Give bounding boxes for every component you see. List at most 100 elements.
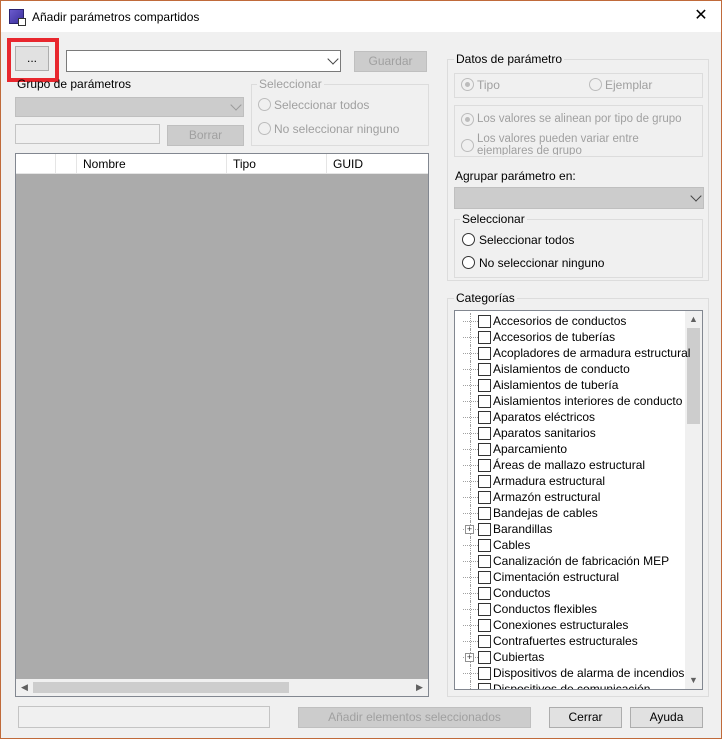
- category-item[interactable]: Aparatos sanitarios: [455, 425, 687, 441]
- close-icon[interactable]: ✕: [687, 3, 715, 29]
- category-item[interactable]: Canalización de fabricación MEP: [455, 553, 687, 569]
- category-item[interactable]: Dispositivos de alarma de incendios: [455, 665, 687, 681]
- delete-button[interactable]: Borrar: [167, 125, 244, 146]
- category-checkbox[interactable]: [478, 443, 491, 456]
- category-checkbox[interactable]: [478, 603, 491, 616]
- category-item[interactable]: Bandejas de cables: [455, 505, 687, 521]
- new-group-input[interactable]: [15, 124, 160, 144]
- category-checkbox[interactable]: [478, 571, 491, 584]
- category-item[interactable]: Aparcamiento: [455, 441, 687, 457]
- values-aligned-radio[interactable]: [461, 113, 474, 126]
- categories-label: Categorías: [454, 291, 517, 305]
- category-item[interactable]: Áreas de mallazo estructural: [455, 457, 687, 473]
- category-item[interactable]: Cables: [455, 537, 687, 553]
- scroll-down-icon[interactable]: ▼: [685, 672, 702, 689]
- tree-connector: [463, 433, 478, 434]
- select-none-radio-right[interactable]: [462, 256, 475, 269]
- category-checkbox[interactable]: [478, 635, 491, 648]
- category-item[interactable]: Accesorios de conductos: [455, 313, 687, 329]
- category-item[interactable]: Aislamientos de tubería: [455, 377, 687, 393]
- category-item[interactable]: Conductos: [455, 585, 687, 601]
- category-checkbox[interactable]: [478, 315, 491, 328]
- grid-scroll-thumb[interactable]: [33, 682, 289, 693]
- category-label: Cimentación estructural: [493, 570, 620, 584]
- category-item[interactable]: Conductos flexibles: [455, 601, 687, 617]
- group-in-combo[interactable]: [454, 187, 704, 209]
- category-label: Accesorios de tuberías: [493, 330, 616, 344]
- category-item[interactable]: Acopladores de armadura estructural: [455, 345, 690, 361]
- category-checkbox[interactable]: [478, 379, 491, 392]
- category-checkbox[interactable]: [478, 507, 491, 520]
- category-checkbox[interactable]: [478, 683, 491, 689]
- grid-col-select[interactable]: [16, 154, 56, 174]
- tree-connector: [463, 481, 478, 482]
- category-label: Accesorios de conductos: [493, 314, 627, 328]
- scroll-right-icon[interactable]: ▶: [411, 679, 428, 696]
- tree-connector: [463, 321, 478, 322]
- category-label: Conductos flexibles: [493, 602, 598, 616]
- revit-app-icon: [9, 9, 26, 26]
- categories-vertical-scrollbar[interactable]: ▲ ▼: [685, 311, 702, 689]
- category-checkbox[interactable]: [478, 363, 491, 376]
- category-item[interactable]: + Cubiertas: [455, 649, 687, 665]
- category-checkbox[interactable]: [478, 539, 491, 552]
- category-checkbox[interactable]: [478, 459, 491, 472]
- close-button[interactable]: Cerrar: [549, 707, 622, 728]
- category-item[interactable]: Aparatos eléctricos: [455, 409, 687, 425]
- select-none-radio-left[interactable]: [258, 122, 271, 135]
- category-checkbox[interactable]: [478, 651, 491, 664]
- category-item[interactable]: Accesorios de tuberías: [455, 329, 687, 345]
- category-checkbox[interactable]: [478, 667, 491, 680]
- categories-scroll-thumb[interactable]: [687, 328, 700, 424]
- category-item[interactable]: + Barandillas: [455, 521, 687, 537]
- values-vary-radio[interactable]: [461, 139, 474, 152]
- category-checkbox[interactable]: [478, 347, 491, 360]
- grid-col-name[interactable]: Nombre: [77, 154, 227, 174]
- select-all-radio-right[interactable]: [462, 233, 475, 246]
- category-checkbox[interactable]: [478, 555, 491, 568]
- select-all-radio-left[interactable]: [258, 98, 271, 111]
- category-checkbox[interactable]: [478, 587, 491, 600]
- grid-col-guid[interactable]: GUID: [327, 154, 428, 174]
- tree-connector: [463, 497, 478, 498]
- expand-icon[interactable]: +: [465, 525, 474, 534]
- parameters-grid[interactable]: Nombre Tipo GUID ◀ ▶: [15, 153, 429, 697]
- category-item[interactable]: Dispositivos de comunicación: [455, 681, 687, 690]
- category-label: Dispositivos de comunicación: [493, 682, 651, 690]
- category-item[interactable]: Aislamientos de conducto: [455, 361, 687, 377]
- tree-connector: [463, 561, 478, 562]
- category-checkbox[interactable]: [478, 619, 491, 632]
- type-radio[interactable]: [461, 78, 474, 91]
- help-button[interactable]: Ayuda: [630, 707, 703, 728]
- categories-tree[interactable]: ▲ ▼ Accesorios de conductos Accesorios de…: [454, 310, 703, 690]
- category-item[interactable]: Aislamientos interiores de conducto: [455, 393, 687, 409]
- title-bar: Añadir parámetros compartidos ✕: [1, 1, 721, 32]
- chevron-down-icon: [327, 53, 339, 65]
- category-checkbox[interactable]: [478, 475, 491, 488]
- category-checkbox[interactable]: [478, 395, 491, 408]
- grid-col-type[interactable]: Tipo: [227, 154, 327, 174]
- save-button[interactable]: Guardar: [354, 51, 427, 72]
- category-checkbox[interactable]: [478, 331, 491, 344]
- scroll-left-icon[interactable]: ◀: [16, 679, 33, 696]
- category-item[interactable]: Cimentación estructural: [455, 569, 687, 585]
- category-checkbox[interactable]: [478, 491, 491, 504]
- tree-connector: [463, 401, 478, 402]
- category-checkbox[interactable]: [478, 523, 491, 536]
- shared-params-file-combo[interactable]: [66, 50, 341, 72]
- param-group-label: Grupo de parámetros: [17, 77, 132, 91]
- instance-radio[interactable]: [589, 78, 602, 91]
- add-selected-button[interactable]: Añadir elementos seleccionados: [298, 707, 531, 728]
- grid-horizontal-scrollbar[interactable]: ◀ ▶: [16, 679, 428, 696]
- category-item[interactable]: Armazón estructural: [455, 489, 687, 505]
- grid-col-icon[interactable]: [56, 154, 77, 174]
- param-group-combo[interactable]: [15, 97, 244, 117]
- scroll-up-icon[interactable]: ▲: [685, 311, 702, 328]
- category-checkbox[interactable]: [478, 427, 491, 440]
- expand-icon[interactable]: +: [465, 653, 474, 662]
- tree-connector: [463, 337, 478, 338]
- category-item[interactable]: Conexiones estructurales: [455, 617, 687, 633]
- category-checkbox[interactable]: [478, 411, 491, 424]
- category-item[interactable]: Contrafuertes estructurales: [455, 633, 687, 649]
- category-item[interactable]: Armadura estructural: [455, 473, 687, 489]
